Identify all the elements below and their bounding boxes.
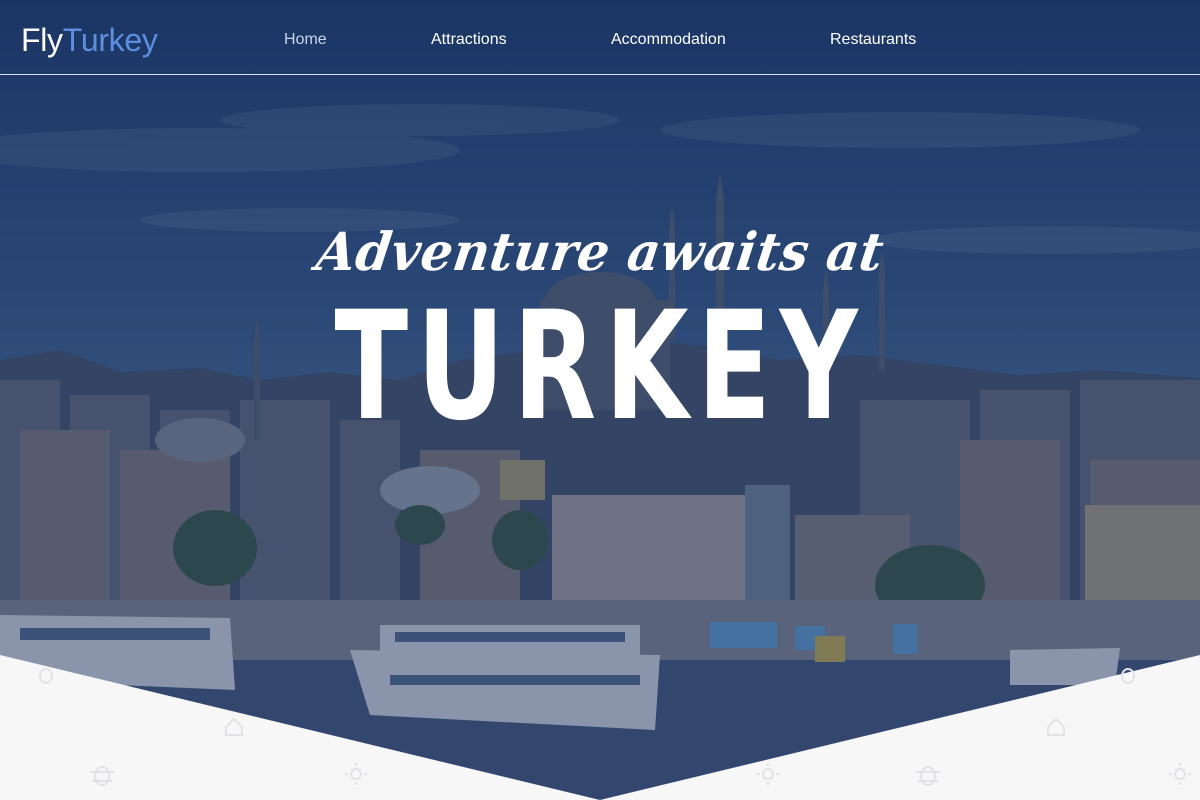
nav-link-home[interactable]: Home xyxy=(284,30,327,50)
hero-tagline-wrap: Adventure awaits at xyxy=(0,220,1200,283)
nav-link-accommodation[interactable]: Accommodation xyxy=(611,30,726,50)
logo-text-fly: Fly xyxy=(21,22,63,58)
hero-tagline: Adventure awaits at xyxy=(312,220,888,283)
site-logo[interactable]: FlyTurkey xyxy=(21,21,158,59)
nav-link-attractions[interactable]: Attractions xyxy=(431,30,507,50)
logo-text-turkey: Turkey xyxy=(62,22,158,58)
nav-link-restaurants[interactable]: Restaurants xyxy=(830,30,916,50)
site-header: FlyTurkey Home Attractions Accommodation… xyxy=(0,0,1200,75)
hero-headline-wrap: TURKEY xyxy=(0,278,1200,456)
hero-headline: TURKEY xyxy=(333,280,867,454)
page: FlyTurkey Home Attractions Accommodation… xyxy=(0,0,1200,800)
